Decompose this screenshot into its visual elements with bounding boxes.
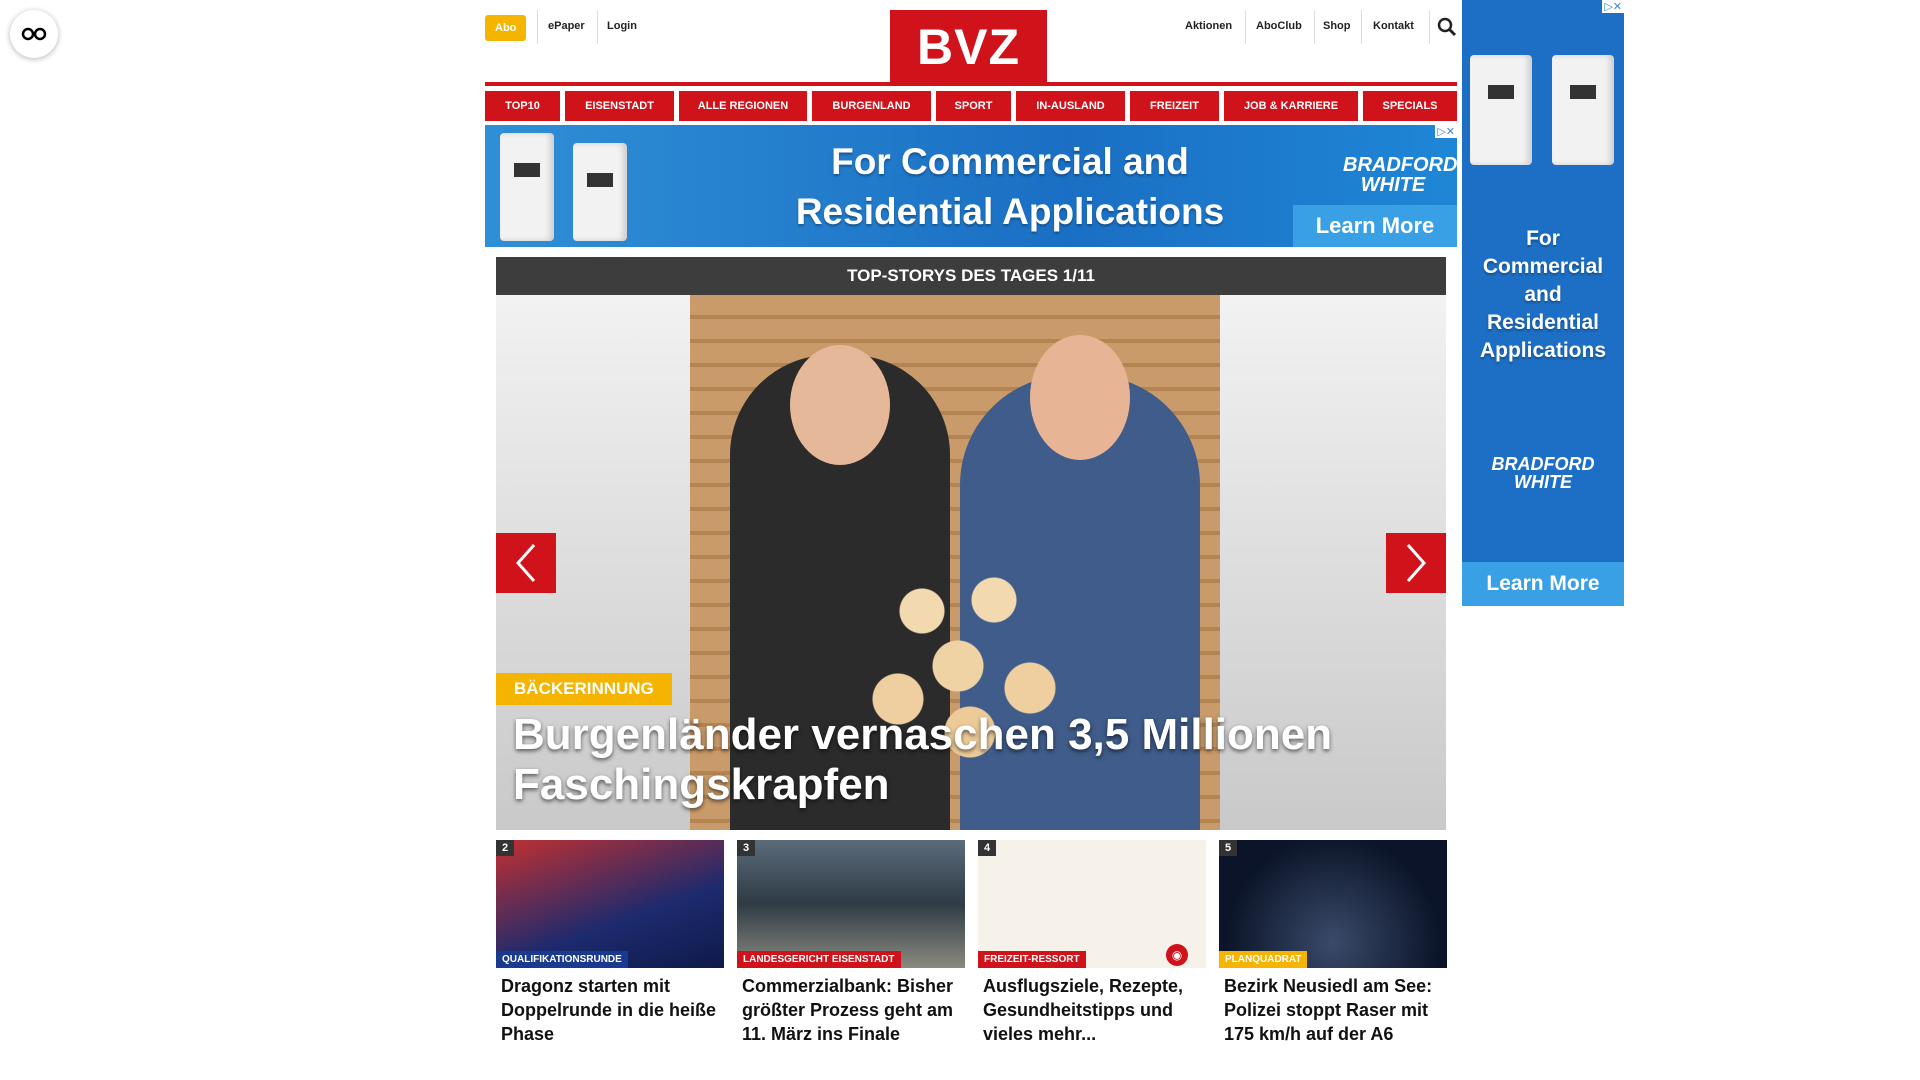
reader-mode-button[interactable] bbox=[10, 10, 58, 58]
topstories-header: TOP-STORYS DES TAGES 1/11 bbox=[496, 257, 1446, 295]
water-heater-image bbox=[500, 133, 554, 241]
epaper-link[interactable]: ePaper bbox=[548, 20, 585, 32]
story-card[interactable]: 4 FREIZEIT-RESSORT ◉ Ausflugsziele, Reze… bbox=[978, 840, 1206, 1046]
site-header: Abo ePaper Login BVZ Aktionen AboClub Sh… bbox=[485, 0, 1457, 86]
header-divider bbox=[485, 82, 1457, 86]
nav-sport[interactable]: SPORT bbox=[936, 91, 1011, 121]
skyscraper-ad[interactable]: For Commercial and Residential Applications … bbox=[1462, 0, 1624, 606]
nav-alle-regionen[interactable]: ALLE REGIONEN bbox=[679, 91, 807, 121]
story-rank: 3 bbox=[737, 840, 756, 856]
story-tag: QUALIFIKATIONSRUNDE bbox=[496, 951, 628, 968]
divider bbox=[1245, 10, 1246, 44]
ad-choices-icon[interactable]: ▷✕ bbox=[1602, 0, 1624, 13]
nav-specials[interactable]: SPECIALS bbox=[1363, 91, 1457, 121]
main-nav: TOP10 EISENSTADT ALLE REGIONEN BURGENLAN… bbox=[485, 91, 1457, 121]
story-title[interactable]: Dragonz starten mit Doppelrunde in die h… bbox=[496, 974, 724, 1046]
nav-job-karriere[interactable]: JOB & KARRIERE bbox=[1224, 91, 1358, 121]
nav-top10[interactable]: TOP10 bbox=[485, 91, 560, 121]
story-title[interactable]: Ausflugsziele, Rezepte, Gesundheitstipps… bbox=[978, 974, 1206, 1046]
chevron-left-icon bbox=[515, 544, 536, 582]
bvz-logo[interactable]: BVZ bbox=[890, 10, 1047, 84]
carousel-prev-button[interactable] bbox=[496, 533, 556, 593]
divider bbox=[537, 10, 538, 44]
story-rank: 4 bbox=[978, 840, 997, 856]
story-thumbnail: 4 FREIZEIT-RESSORT ◉ bbox=[978, 840, 1206, 968]
kontakt-link[interactable]: Kontakt bbox=[1373, 20, 1414, 32]
search-icon[interactable] bbox=[1437, 17, 1457, 37]
login-link[interactable]: Login bbox=[607, 20, 637, 32]
story-tag: FREIZEIT-RESSORT bbox=[978, 951, 1086, 968]
ad-learn-more-button[interactable]: Learn More bbox=[1293, 205, 1457, 247]
ad-learn-more-button[interactable]: Learn More bbox=[1462, 562, 1624, 606]
ad-brand-logo: BRADFORD WHITE bbox=[1491, 454, 1595, 492]
nav-in-ausland[interactable]: IN-AUSLAND bbox=[1016, 91, 1125, 121]
ad-choices-icon[interactable]: ▷✕ bbox=[1435, 125, 1457, 138]
story-title[interactable]: Bezirk Neusiedl am See: Polizei stoppt R… bbox=[1219, 974, 1447, 1046]
hero-category-tag[interactable]: BÄCKERINNUNG bbox=[496, 673, 672, 705]
ad-brand-logo: BRADFORD WHITE bbox=[1343, 154, 1457, 196]
story-tag: LANDESGERICHT EISENSTADT bbox=[737, 951, 901, 968]
story-rank: 2 bbox=[496, 840, 515, 856]
shop-link[interactable]: Shop bbox=[1323, 20, 1351, 32]
story-card[interactable]: 5 PLANQUADRAT Bezirk Neusiedl am See: Po… bbox=[1219, 840, 1447, 1046]
water-heater-image bbox=[1552, 55, 1614, 165]
ad-headline: For Commercial and Residential Applications bbox=[1479, 227, 1606, 362]
water-heater-image bbox=[1470, 55, 1532, 165]
water-heater-image bbox=[573, 143, 627, 241]
story-title[interactable]: Commerzialbank: Bisher größter Prozess g… bbox=[737, 974, 965, 1046]
ad-headline: For Commercial and Residential Applicatio… bbox=[795, 141, 1225, 232]
leaderboard-ad[interactable]: For Commercial and Residential Applicatio… bbox=[485, 125, 1457, 247]
nav-eisenstadt[interactable]: EISENSTADT bbox=[565, 91, 674, 121]
carousel-next-button[interactable] bbox=[1386, 533, 1446, 593]
nav-freizeit[interactable]: FREIZEIT bbox=[1130, 91, 1219, 121]
aboclub-link[interactable]: AboClub bbox=[1256, 20, 1302, 32]
story-thumbnail: 5 PLANQUADRAT bbox=[1219, 840, 1447, 968]
divider bbox=[597, 10, 598, 44]
story-tag: PLANQUADRAT bbox=[1219, 951, 1308, 968]
story-card[interactable]: 3 LANDESGERICHT EISENSTADT Commerzialban… bbox=[737, 840, 965, 1046]
story-rank: 5 bbox=[1219, 840, 1238, 856]
divider bbox=[1429, 10, 1430, 44]
divider bbox=[1361, 10, 1362, 44]
story-card[interactable]: 2 QUALIFIKATIONSRUNDE Dragonz starten mi… bbox=[496, 840, 724, 1046]
chevron-right-icon bbox=[1406, 544, 1427, 582]
abo-button[interactable]: Abo bbox=[485, 15, 527, 41]
camera-icon: ◉ bbox=[1166, 944, 1188, 966]
hero-headline[interactable]: Burgenländer vernaschen 3,5 Millionen Fa… bbox=[513, 710, 1413, 810]
story-thumbnail: 2 QUALIFIKATIONSRUNDE bbox=[496, 840, 724, 968]
aktionen-link[interactable]: Aktionen bbox=[1185, 20, 1232, 32]
nav-burgenland[interactable]: BURGENLAND bbox=[812, 91, 931, 121]
glasses-icon bbox=[21, 27, 47, 41]
divider bbox=[1314, 10, 1315, 44]
story-thumbnail: 3 LANDESGERICHT EISENSTADT bbox=[737, 840, 965, 968]
